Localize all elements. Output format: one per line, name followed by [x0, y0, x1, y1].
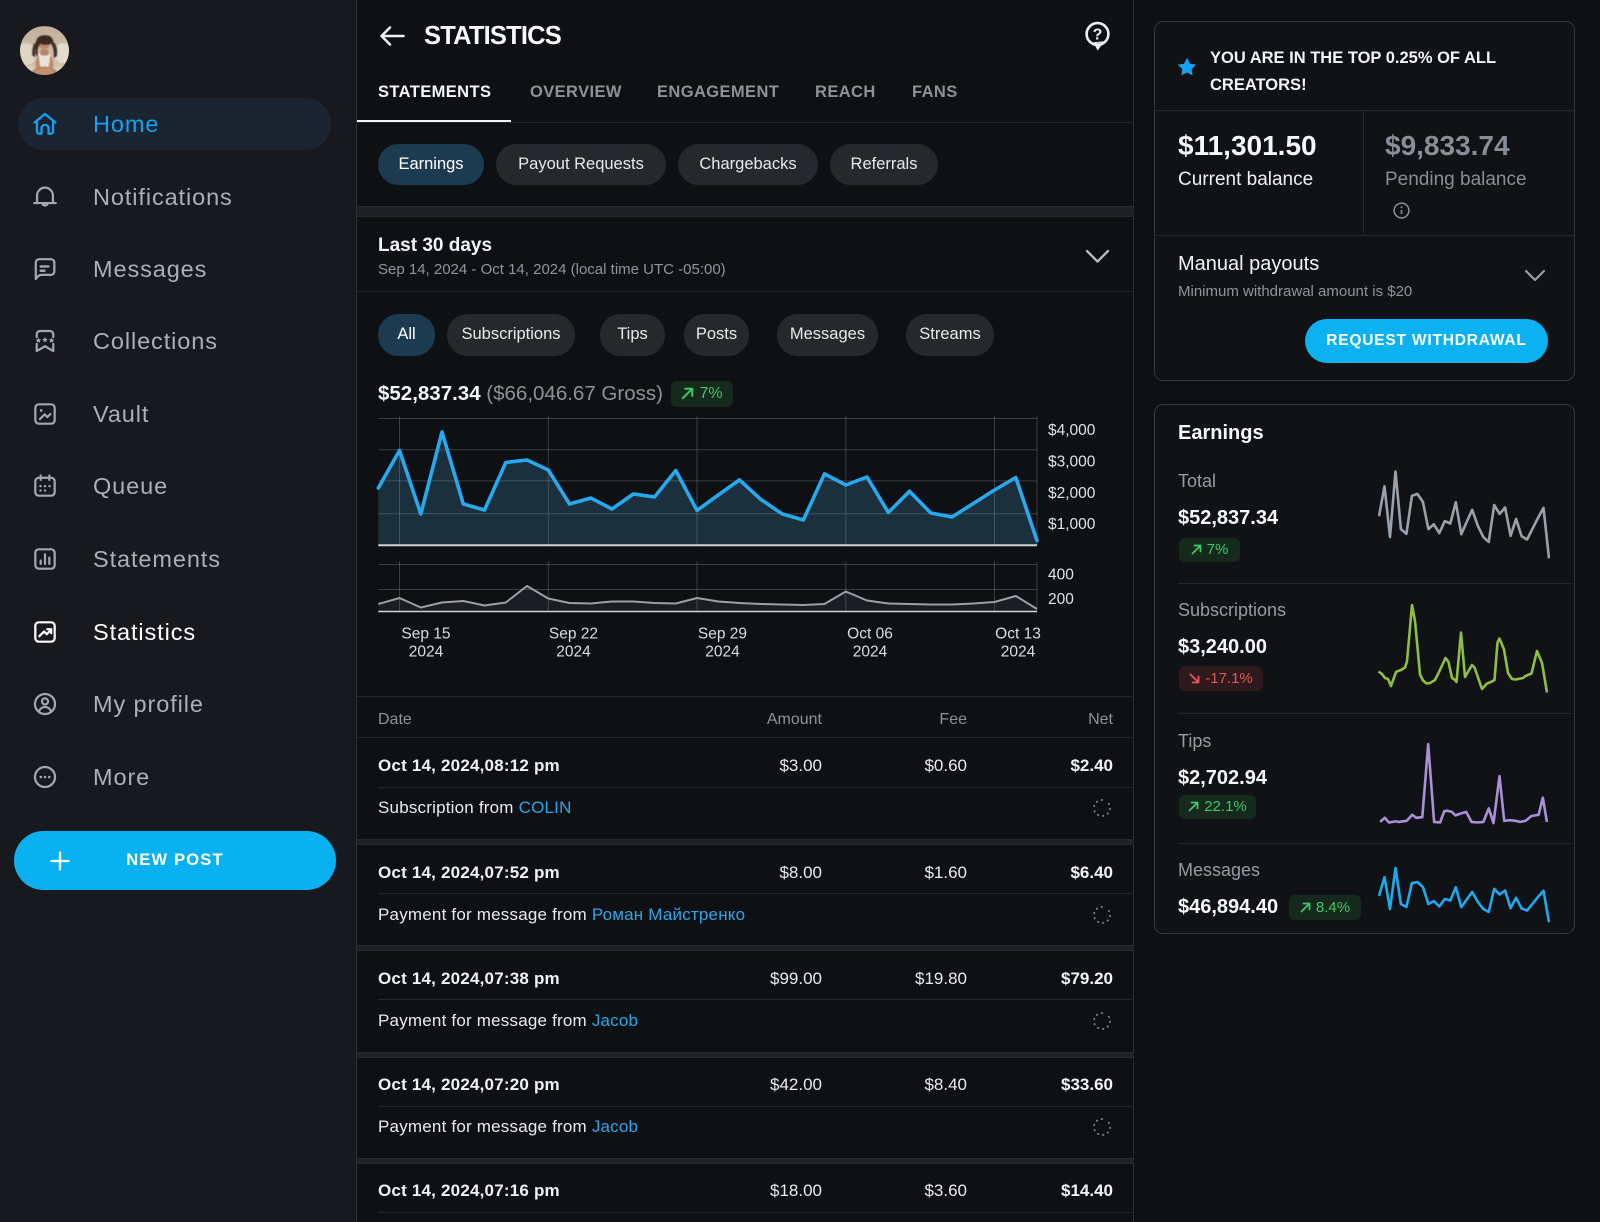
svg-text:200: 200	[1048, 591, 1074, 608]
svg-text:Oct 06: Oct 06	[847, 626, 893, 643]
svg-text:Sep 22: Sep 22	[549, 626, 598, 643]
svg-text:400: 400	[1048, 567, 1074, 584]
svg-text:?: ?	[1093, 27, 1103, 44]
svg-text:$3,000: $3,000	[1048, 454, 1096, 471]
svg-text:2024: 2024	[705, 644, 740, 661]
svg-text:2024: 2024	[556, 644, 591, 661]
svg-text:$1,000: $1,000	[1048, 516, 1096, 533]
svg-text:2024: 2024	[1001, 644, 1036, 661]
svg-text:Sep 29: Sep 29	[698, 626, 747, 643]
svg-text:2024: 2024	[853, 644, 888, 661]
svg-text:2024: 2024	[409, 644, 444, 661]
svg-text:$4,000: $4,000	[1048, 422, 1096, 439]
svg-text:Sep 15: Sep 15	[401, 626, 450, 643]
svg-text:$2,000: $2,000	[1048, 485, 1096, 502]
svg-text:Oct 13: Oct 13	[995, 626, 1041, 643]
